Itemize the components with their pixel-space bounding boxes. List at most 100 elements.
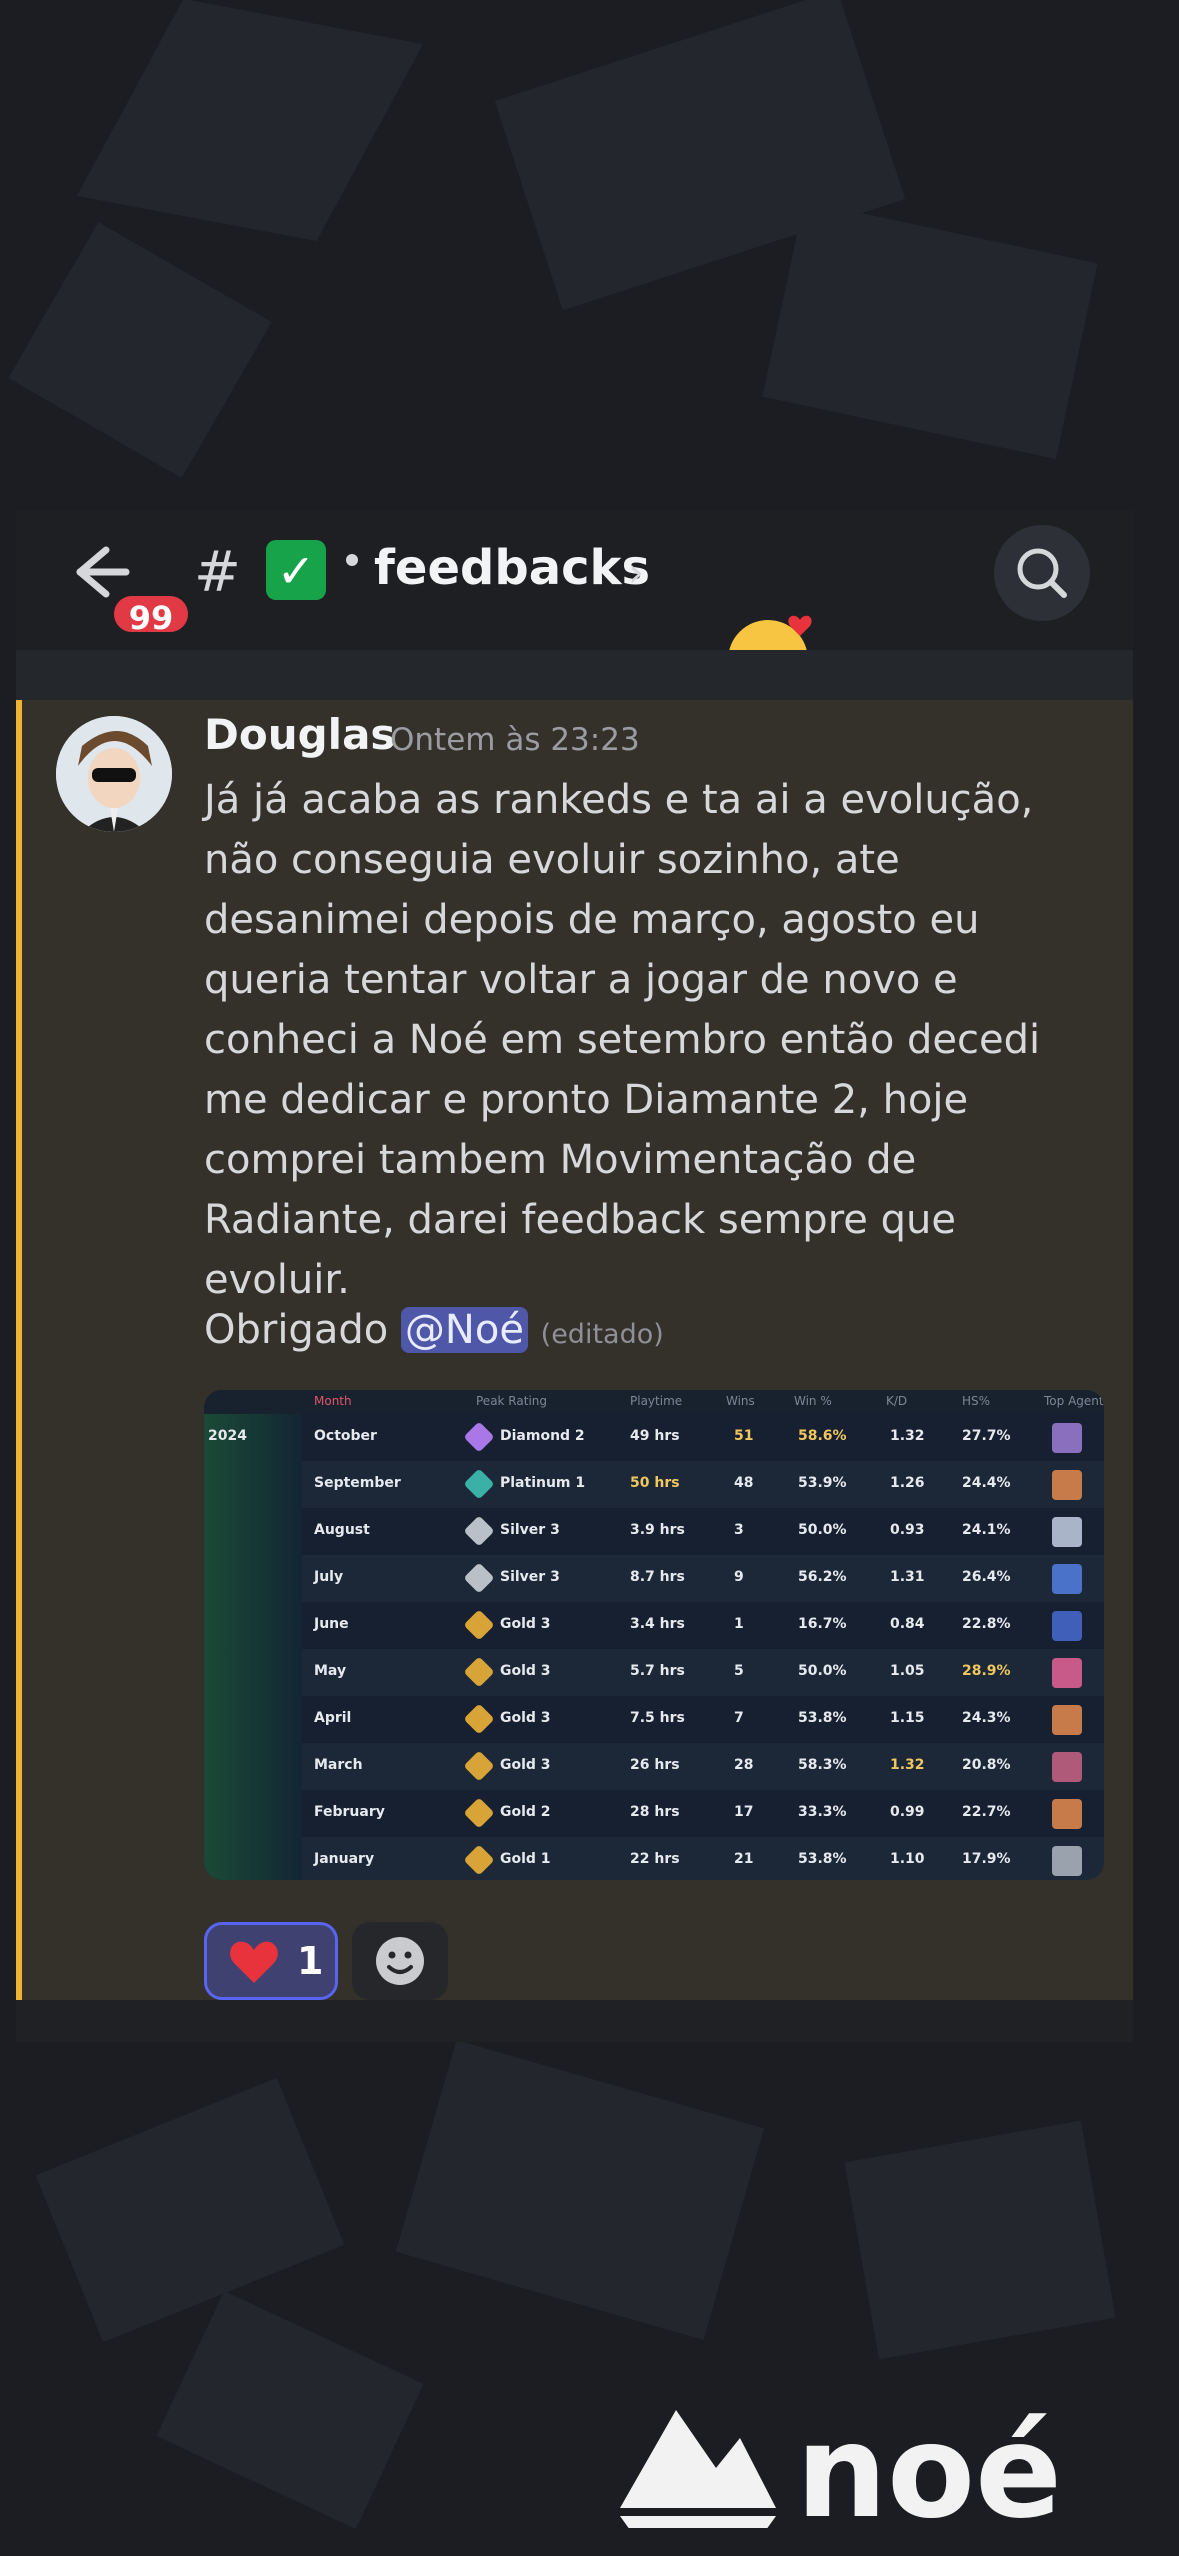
playtime-cell: 5.7 hrs [630, 1663, 685, 1679]
peak-rating-cell: Silver 3 [500, 1522, 560, 1538]
win-percent-cell: 58.3% [798, 1757, 847, 1773]
year-cell [204, 1743, 302, 1790]
rank-badge-icon [463, 1656, 495, 1688]
channel-hash-icon: # [194, 540, 241, 605]
month-cell: April [314, 1710, 352, 1726]
hs-percent-cell: 17.9% [962, 1851, 1011, 1867]
author-name[interactable]: Douglas [204, 710, 395, 759]
rank-badge-icon [463, 1750, 495, 1782]
hs-percent-cell: 20.8% [962, 1757, 1011, 1773]
peak-rating-cell: Gold 1 [500, 1851, 551, 1867]
peak-rating-cell: Gold 2 [500, 1804, 551, 1820]
top-agent-portrait [1052, 1705, 1082, 1735]
top-agent-portrait [1052, 1423, 1082, 1453]
year-cell [204, 1461, 302, 1508]
peak-rating-cell: Gold 3 [500, 1616, 551, 1632]
stats-column-header: Win % [794, 1394, 832, 1408]
playtime-cell: 50 hrs [630, 1475, 680, 1491]
month-cell: January [314, 1851, 375, 1867]
hs-percent-cell: 24.1% [962, 1522, 1011, 1538]
separator-dot [346, 554, 358, 566]
rank-badge-icon [463, 1515, 495, 1547]
top-agent-portrait [1052, 1517, 1082, 1547]
heart-reaction-button[interactable]: 1 [204, 1922, 338, 2000]
wins-cell: 7 [734, 1710, 744, 1726]
wins-cell: 9 [734, 1569, 744, 1585]
top-agent-portrait [1052, 1799, 1082, 1829]
playtime-cell: 3.4 hrs [630, 1616, 685, 1632]
hs-percent-cell: 24.4% [962, 1475, 1011, 1491]
stats-row: January Gold 1 22 hrs 21 53.8% 1.10 17.9% [204, 1837, 1104, 1880]
reaction-count: 1 [297, 1939, 324, 1983]
win-percent-cell: 53.8% [798, 1710, 847, 1726]
message-body: Já já acaba as rankeds e ta ai a evoluçã… [204, 777, 1041, 1303]
wins-cell: 28 [734, 1757, 754, 1773]
kd-cell: 0.99 [890, 1804, 925, 1820]
rank-badge-icon [463, 1562, 495, 1594]
peak-rating-cell: Platinum 1 [500, 1475, 586, 1491]
kd-cell: 1.32 [890, 1757, 925, 1773]
playtime-cell: 8.7 hrs [630, 1569, 685, 1585]
back-button[interactable]: 99 [66, 540, 192, 640]
year-cell [204, 1837, 302, 1880]
hs-percent-cell: 27.7% [962, 1428, 1011, 1444]
smiley-icon [376, 1937, 424, 1985]
playtime-cell: 28 hrs [630, 1804, 680, 1820]
channel-name[interactable]: feedbacks [374, 540, 650, 596]
month-cell: February [314, 1804, 385, 1820]
wins-cell: 21 [734, 1851, 754, 1867]
month-cell: May [314, 1663, 347, 1679]
kd-cell: 1.05 [890, 1663, 925, 1679]
month-cell: July [314, 1569, 344, 1585]
stats-row: August Silver 3 3.9 hrs 3 50.0% 0.93 24.1% [204, 1508, 1104, 1555]
stats-column-header: Peak Rating [476, 1394, 547, 1408]
stats-column-header: Playtime [630, 1394, 683, 1408]
stats-row: September Platinum 1 50 hrs 48 53.9% 1.26 24.4… [204, 1461, 1104, 1508]
wins-cell: 17 [734, 1804, 754, 1820]
anime-avatar-icon [56, 716, 172, 832]
hs-percent-cell: 28.9% [962, 1663, 1011, 1679]
win-percent-cell: 50.0% [798, 1663, 847, 1679]
rank-badge-icon [463, 1797, 495, 1829]
chevron-right-icon[interactable]: › [628, 550, 644, 596]
stats-column-header: Wins [726, 1394, 755, 1408]
win-percent-cell: 33.3% [798, 1804, 847, 1820]
year-cell [204, 1602, 302, 1649]
stats-column-header: Top Agent [1044, 1394, 1104, 1408]
wins-cell: 51 [734, 1428, 754, 1444]
playtime-cell: 7.5 hrs [630, 1710, 685, 1726]
rank-badge-icon [463, 1468, 495, 1500]
month-cell: June [314, 1616, 349, 1632]
stats-row: July Silver 3 8.7 hrs 9 56.2% 1.31 26.4% [204, 1555, 1104, 1602]
stats-row: May Gold 3 5.7 hrs 5 50.0% 1.05 28.9% [204, 1649, 1104, 1696]
win-percent-cell: 58.6% [798, 1428, 847, 1444]
kd-cell: 1.31 [890, 1569, 925, 1585]
win-percent-cell: 53.8% [798, 1851, 847, 1867]
composer-bar [16, 2000, 1133, 2042]
stats-row: June Gold 3 3.4 hrs 1 16.7% 0.84 22.8% [204, 1602, 1104, 1649]
ranked-stats-image[interactable]: Month Peak Rating Playtime Wins Win % K/D HS% T… [204, 1390, 1104, 1880]
add-reaction-button[interactable] [352, 1922, 448, 2000]
rank-badge-icon [463, 1421, 495, 1453]
top-agent-portrait [1052, 1470, 1082, 1500]
playtime-cell: 26 hrs [630, 1757, 680, 1773]
peak-rating-cell: Gold 3 [500, 1710, 551, 1726]
year-label: 2024 [208, 1428, 247, 1444]
thanks-text: Obrigado [204, 1307, 389, 1353]
avatar[interactable] [56, 716, 172, 832]
year-cell [204, 1696, 302, 1743]
divider-strip [16, 650, 1133, 700]
kd-cell: 1.10 [890, 1851, 925, 1867]
wins-cell: 3 [734, 1522, 744, 1538]
hs-percent-cell: 24.3% [962, 1710, 1011, 1726]
rank-badge-icon [463, 1844, 495, 1876]
stats-column-header: Month [314, 1394, 352, 1408]
kd-cell: 0.93 [890, 1522, 925, 1538]
win-percent-cell: 53.9% [798, 1475, 847, 1491]
playtime-cell: 49 hrs [630, 1428, 680, 1444]
month-cell: October [314, 1428, 377, 1444]
channel-header: 99 # ✓ feedbacks › [16, 510, 1133, 700]
search-button[interactable] [994, 525, 1090, 621]
kd-cell: 0.84 [890, 1616, 925, 1632]
user-mention[interactable]: @Noé [400, 1307, 528, 1353]
